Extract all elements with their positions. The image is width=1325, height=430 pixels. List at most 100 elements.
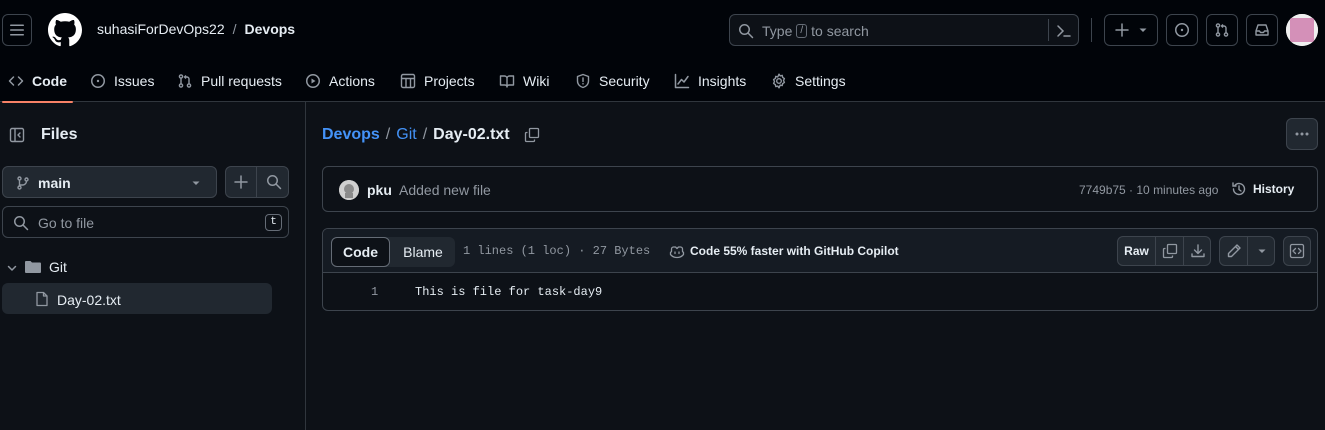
copilot-label: Code 55% faster with GitHub Copilot — [690, 244, 899, 258]
collapse-sidebar-button[interactable] — [2, 120, 32, 150]
tab-insights-label: Insights — [698, 73, 747, 89]
sidebar-title: Files — [41, 126, 78, 143]
commit-sha-time[interactable]: 7749b75 · 10 minutes ago — [1079, 183, 1218, 197]
symbols-panel-button[interactable] — [1283, 236, 1311, 266]
file-tree-sidebar: Files main Go to file t Git Day-02.txt — [0, 102, 306, 430]
tab-security-label: Security — [599, 73, 650, 89]
tab-pull-requests[interactable]: Pull requests — [177, 60, 282, 102]
search-placeholder-rest: to search — [811, 23, 869, 39]
breadcrumb-file-name: Day-02.txt — [433, 126, 510, 143]
edit-options-button[interactable] — [1249, 237, 1275, 265]
tab-wiki[interactable]: Wiki — [499, 60, 549, 102]
caret-down-icon — [1139, 28, 1147, 32]
github-logo[interactable] — [48, 13, 82, 47]
menu-button[interactable] — [2, 14, 32, 46]
tab-code-label: Code — [32, 73, 67, 89]
command-palette-icon[interactable] — [1056, 23, 1072, 39]
raw-button[interactable]: Raw — [1118, 237, 1156, 265]
copilot-icon — [669, 246, 685, 259]
breadcrumb-separator: / — [385, 126, 391, 143]
more-options-button[interactable] — [1286, 118, 1318, 150]
tab-insights[interactable]: Insights — [674, 60, 746, 102]
tree-file-label: Day-02.txt — [57, 292, 121, 308]
code-line: 1 This is file for task-day9 — [323, 283, 1317, 303]
pencil-icon — [1227, 244, 1241, 258]
pull-request-icon — [178, 74, 192, 88]
go-to-file-shortcut: t — [265, 214, 282, 231]
avatar[interactable] — [1286, 14, 1318, 46]
git-branch-icon — [17, 176, 29, 190]
breadcrumb-folder-link[interactable]: Git — [396, 126, 416, 144]
tab-security[interactable]: Security — [575, 60, 650, 102]
code-square-icon — [1289, 243, 1305, 259]
git-pull-request-icon — [1215, 23, 1229, 37]
branch-selector[interactable]: main — [2, 166, 217, 198]
graph-icon — [674, 73, 690, 89]
issue-opened-icon — [1175, 23, 1189, 37]
file-viewer-toolbar: Code Blame 1 lines (1 loc) · 27 Bytes Co… — [323, 229, 1317, 273]
history-icon — [1232, 182, 1246, 196]
commit-author[interactable]: pku — [367, 182, 392, 198]
tab-actions-label: Actions — [329, 73, 375, 89]
kebab-horizontal-icon — [1295, 132, 1309, 136]
inbox-icon — [1255, 24, 1269, 36]
tab-code[interactable]: Code — [2, 60, 73, 103]
go-to-file-placeholder: Go to file — [38, 215, 95, 231]
tab-code-view-label: Code — [343, 244, 378, 260]
tree-file-day-02[interactable]: Day-02.txt — [2, 283, 272, 314]
tab-issues[interactable]: Issues — [90, 60, 154, 102]
owner-repo-separator: / — [232, 21, 237, 37]
history-button[interactable]: History — [1231, 181, 1294, 197]
commit-message[interactable]: Added new file — [399, 182, 491, 198]
breadcrumb-repo-link[interactable]: Devops — [322, 126, 380, 144]
table-icon — [400, 73, 416, 89]
add-file-button[interactable] — [226, 167, 257, 197]
file-viewer: Code Blame 1 lines (1 loc) · 27 Bytes Co… — [322, 228, 1318, 311]
search-icon — [266, 175, 281, 190]
tab-code-view[interactable]: Code — [331, 237, 390, 267]
download-raw-button[interactable] — [1185, 237, 1211, 265]
inbox-button[interactable] — [1246, 14, 1278, 46]
issues-button[interactable] — [1166, 14, 1198, 46]
search-shortcut-key: / — [796, 24, 808, 38]
tab-blame-view[interactable]: Blame — [393, 237, 453, 267]
add-file-search-group — [225, 166, 289, 198]
search-icon — [14, 216, 29, 231]
file-icon — [36, 291, 48, 307]
octocat-avatar-icon — [339, 180, 359, 200]
tab-settings[interactable]: Settings — [771, 60, 846, 102]
copy-raw-button[interactable] — [1157, 237, 1184, 265]
copilot-link[interactable]: Code 55% faster with GitHub Copilot — [669, 243, 899, 259]
folder-open-icon — [25, 261, 41, 273]
repo-link[interactable]: Devops — [245, 21, 296, 37]
raw-button-label: Raw — [1124, 244, 1149, 258]
tab-projects[interactable]: Projects — [400, 60, 475, 102]
line-number[interactable]: 1 — [371, 285, 378, 299]
commit-author-avatar[interactable] — [339, 180, 359, 200]
copy-path-icon[interactable] — [524, 127, 540, 143]
search-files-button[interactable] — [258, 167, 289, 197]
tree-folder-label: Git — [49, 259, 67, 275]
create-new-button[interactable] — [1104, 14, 1158, 46]
breadcrumb: Devops / Git / Day-02.txt — [322, 126, 540, 144]
search-placeholder-type: Type — [762, 23, 793, 39]
breadcrumb-separator: / — [422, 126, 428, 143]
history-label: History — [1253, 182, 1295, 196]
sidebar-collapse-icon — [9, 127, 25, 143]
edit-file-button[interactable] — [1220, 237, 1248, 265]
tab-issues-label: Issues — [114, 73, 155, 89]
search-icon — [739, 24, 754, 39]
tree-folder-git[interactable]: Git — [2, 252, 272, 282]
book-icon — [499, 75, 515, 88]
owner-link[interactable]: suhasiForDevOps22 — [97, 21, 225, 37]
plus-icon — [234, 175, 248, 189]
branch-name: main — [38, 175, 71, 191]
go-to-file-input[interactable]: Go to file t — [2, 206, 289, 238]
search-input[interactable]: Type / to search — [729, 14, 1079, 46]
global-header: suhasiForDevOps22 / Devops Type / to sea… — [0, 0, 1325, 60]
repository-navigation: Code Issues Pull requests Actions Projec… — [0, 60, 1325, 103]
caret-down-icon — [1258, 249, 1266, 253]
tab-projects-label: Projects — [424, 73, 475, 89]
tab-actions[interactable]: Actions — [305, 60, 375, 102]
pull-requests-button[interactable] — [1206, 14, 1238, 46]
